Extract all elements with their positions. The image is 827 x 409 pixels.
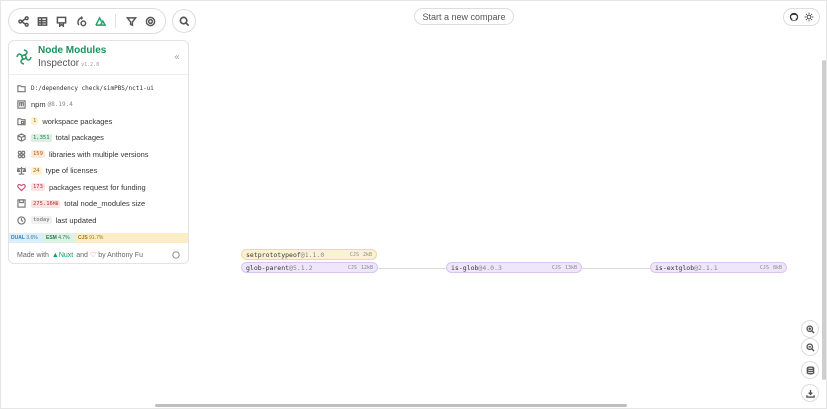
app-subtitle: Inspector <box>38 58 80 69</box>
folder-icon <box>17 84 26 93</box>
app-title: Node Modules <box>38 45 107 56</box>
graph-view-icon[interactable] <box>15 13 31 30</box>
collapse-panel-icon[interactable]: « <box>174 52 180 63</box>
history-icon <box>17 216 26 225</box>
panel-footer: Made with ▲Nuxt and ♡ by Anthony Fu <box>9 245 188 263</box>
download-button[interactable] <box>801 384 819 402</box>
package-manager-row: npm @8.19.4 <box>9 97 188 114</box>
inspector-panel: Node Modules Inspector v1.2.0 « D:/depend… <box>8 40 189 264</box>
total-packages-row: 1,351 total packages <box>9 130 188 147</box>
multi-version-label: libraries with multiple versions <box>48 149 149 159</box>
scale-icon <box>17 166 26 175</box>
size-unit: MB <box>52 201 59 207</box>
workspace-count: 1 <box>31 117 39 126</box>
app-version: v1.2.0 <box>81 62 100 68</box>
panel-header: Node Modules Inspector v1.2.0 « <box>9 41 188 75</box>
format-dual: DUAL 3.6% <box>9 233 44 243</box>
workspace-row: 1 workspace packages <box>9 113 188 130</box>
updated-label: last updated <box>55 215 97 225</box>
zoom-out-button[interactable] <box>801 338 819 356</box>
toolbar-divider <box>115 14 117 28</box>
updated-value: today <box>31 216 52 225</box>
format-esm: ESM 4.7% <box>44 233 76 243</box>
size-badge: 275.16MB <box>31 199 61 208</box>
nuxt-link[interactable]: ▲Nuxt <box>52 252 73 259</box>
search-icon <box>179 16 189 26</box>
view-toolbar <box>8 8 166 34</box>
project-path-row: D:/dependency check/simPBS/nct1-ui <box>9 80 188 97</box>
start-compare-button[interactable]: Start a new compare <box>414 8 514 25</box>
settings-icon[interactable] <box>143 13 159 30</box>
workspace-label: workspace packages <box>42 116 113 126</box>
package-manager-version: @8.19.4 <box>47 101 73 109</box>
size-label: total node_modules size <box>64 199 146 209</box>
table-view-icon[interactable] <box>34 13 50 30</box>
package-manager: npm <box>31 100 46 110</box>
graph-edge <box>378 268 446 269</box>
database-button[interactable] <box>801 361 819 379</box>
workspace-icon <box>17 117 26 126</box>
github-icon[interactable] <box>172 251 180 261</box>
graph-node[interactable]: is-extglob @2.1.1 CJS 8kB <box>650 262 787 273</box>
licenses-count: 24 <box>31 166 42 175</box>
graph-node[interactable]: setprototypeof @1.1.0 CJS 2kB <box>241 249 377 260</box>
sun-icon[interactable] <box>804 12 814 22</box>
heart-icon <box>17 183 26 192</box>
footer-author[interactable]: by Anthony Fu <box>98 252 143 259</box>
updated-row: today last updated <box>9 212 188 229</box>
total-packages-label: total packages <box>55 133 104 143</box>
multi-version-icon <box>17 150 26 159</box>
project-path: D:/dependency check/simPBS/nct1-ui <box>31 84 154 92</box>
funding-label: packages request for funding <box>48 182 146 192</box>
zoom-in-icon <box>805 324 815 334</box>
zoom-out-icon <box>805 342 815 352</box>
horizontal-scrollbar[interactable] <box>155 404 627 407</box>
multi-version-row: 159 libraries with multiple versions <box>9 146 188 163</box>
footer-and: and <box>76 251 88 259</box>
total-packages-count: 1,351 <box>31 133 52 142</box>
github-icon[interactable] <box>789 12 799 22</box>
licenses-label: type of licenses <box>45 166 98 176</box>
disk-icon <box>17 199 26 208</box>
top-right-controls <box>783 8 820 26</box>
module-format-bar: DUAL 3.6% ESM 4.7% CJS 91.7% <box>9 233 188 243</box>
versions-icon[interactable] <box>73 13 89 30</box>
filter-icon[interactable] <box>123 13 139 30</box>
vertical-scrollbar[interactable] <box>822 60 826 380</box>
size-row: 275.16MB total node_modules size <box>9 196 188 213</box>
package-icon <box>17 133 26 143</box>
graph-node[interactable]: glob-parent @5.1.2 CJS 12kB <box>241 262 378 273</box>
npm-icon <box>17 100 26 109</box>
graph-node[interactable]: is-glob @4.0.3 CJS 13kB <box>446 262 582 273</box>
download-icon <box>805 389 815 398</box>
size-value: 275.16 <box>33 200 53 207</box>
footer-made-with: Made with <box>17 251 49 259</box>
licenses-row: 24 type of licenses <box>9 163 188 180</box>
heart-icon: ♡ <box>89 252 97 259</box>
logo-icon <box>16 46 32 69</box>
multi-version-count: 159 <box>31 150 45 159</box>
format-cjs: CJS 91.7% <box>76 233 188 243</box>
search-button[interactable] <box>172 9 196 33</box>
graph-edge <box>582 268 650 269</box>
nuxt-icon[interactable] <box>92 13 108 30</box>
database-icon <box>806 365 814 374</box>
licenses-icon[interactable] <box>54 13 70 30</box>
funding-row: 173 packages request for funding <box>9 179 188 196</box>
zoom-in-button[interactable] <box>801 320 819 338</box>
funding-count: 173 <box>31 183 45 192</box>
